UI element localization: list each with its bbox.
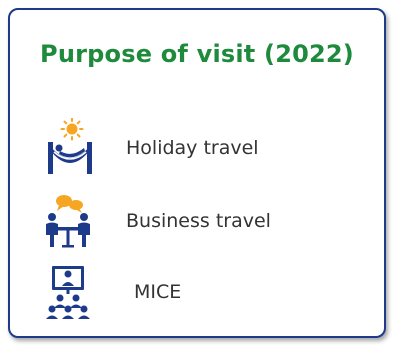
list-item-holiday-travel: Holiday travel [40,117,370,178]
conference-presentation-icon [40,262,96,322]
holiday-travel-label: Holiday travel [126,137,259,159]
list-item-mice: MICE [40,262,370,322]
mice-label: MICE [134,281,182,303]
card-title: Purpose of visit (2022) [40,40,354,68]
purpose-of-visit-card: Purpose of visit (2022) Holiday travel B… [8,8,386,338]
hammock-sun-icon [40,117,96,178]
list-item-business-travel: Business travel [40,191,370,251]
business-travel-label: Business travel [126,210,271,232]
business-meeting-icon [40,191,96,251]
